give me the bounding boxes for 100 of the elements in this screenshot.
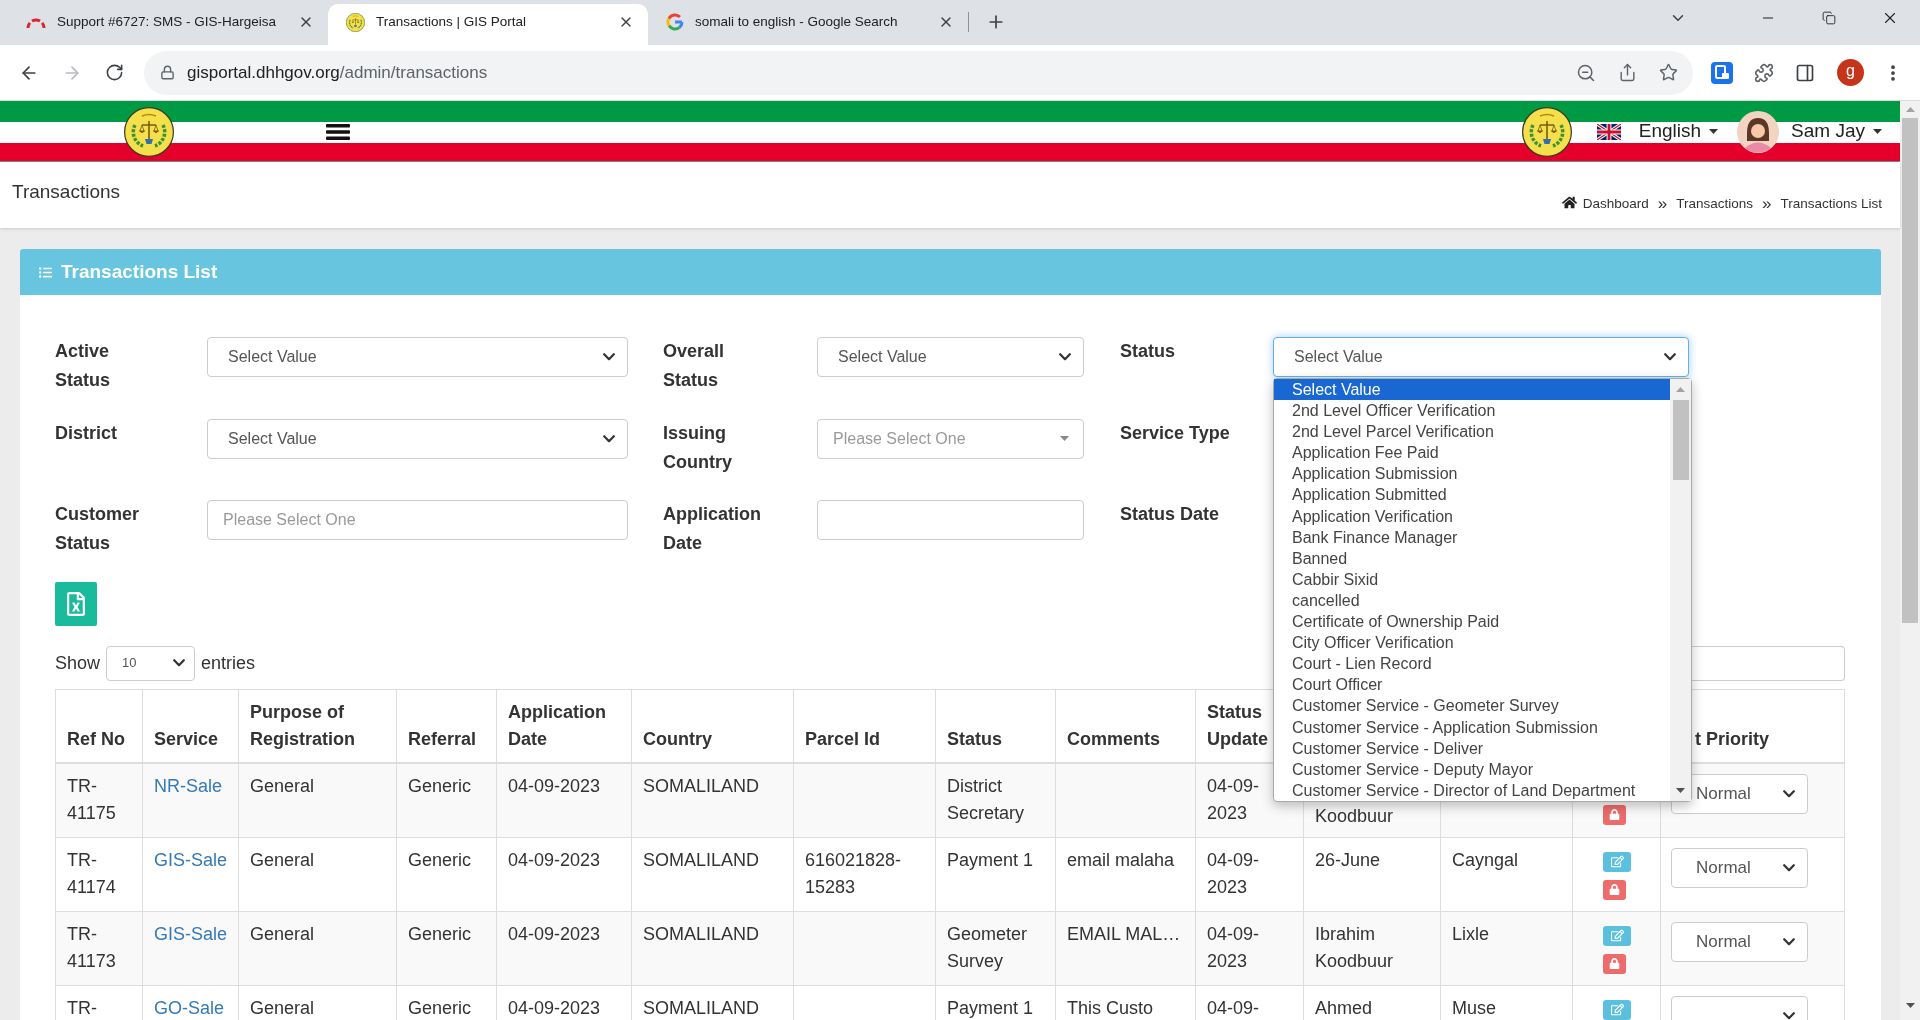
chevron-icon — [1664, 353, 1676, 361]
dropdown-option[interactable]: Customer Service - Geometer Survey — [1274, 695, 1670, 717]
priority-select[interactable]: Normal — [1671, 921, 1808, 962]
breadcrumb-link[interactable]: Dashboard — [1582, 194, 1649, 214]
scrollbar-thumb[interactable] — [1672, 400, 1689, 480]
lock-button[interactable] — [1603, 953, 1626, 974]
text-field[interactable]: Please Select One — [207, 500, 628, 540]
scroll-down-icon[interactable] — [1676, 788, 1685, 793]
lock-icon — [1609, 958, 1620, 969]
scrollbar-thumb[interactable] — [1902, 118, 1918, 623]
table-cell: 04-09-2023 — [1196, 837, 1304, 911]
table-cell: SOMALILAND — [632, 837, 794, 911]
field-label: Issuing Country — [663, 421, 732, 474]
restore-icon[interactable] — [1821, 11, 1836, 25]
text-field[interactable] — [817, 500, 1084, 540]
caret-icon — [1709, 129, 1719, 134]
home-icon — [1561, 195, 1577, 210]
flag-icon — [1596, 123, 1621, 140]
lock-button[interactable] — [1603, 879, 1626, 900]
table-cell: Muse — [1441, 985, 1573, 1020]
list-icon — [39, 265, 52, 279]
dropdown-option[interactable]: Application Submission — [1274, 463, 1670, 485]
dropdown-option[interactable]: 2nd Level Parcel Verification — [1274, 421, 1670, 443]
dropdown-option[interactable]: Customer Service - Application Submission — [1274, 716, 1670, 738]
search-field[interactable] — [1692, 645, 1845, 681]
table-cell: 04-09-2023 — [497, 985, 632, 1020]
dropdown-option[interactable]: Banned — [1274, 547, 1670, 569]
table-cell: 04-09-2023 — [497, 763, 632, 837]
table-cell: Generic — [397, 911, 497, 985]
browser-tab[interactable]: Support #6727: SMS - GIS-Hargeisa — [8, 4, 328, 45]
service-link[interactable]: GIS-Sale — [154, 849, 228, 870]
select-field[interactable]: Select Value — [1273, 337, 1689, 377]
dropdown-option[interactable]: Customer Service - Deputy Mayor — [1274, 758, 1670, 780]
page-size-select[interactable]: 10 — [106, 645, 196, 681]
show-label: Show — [55, 651, 101, 675]
dropdown-option[interactable]: Court - Lien Record — [1274, 653, 1670, 675]
language-menu[interactable]: English — [1638, 117, 1719, 146]
browser-tab[interactable]: somali to english - Google Search — [648, 4, 968, 45]
menu-button[interactable] — [326, 123, 350, 140]
page-scrollbar[interactable] — [1900, 101, 1920, 1020]
service-link[interactable]: GO-Sale — [154, 997, 225, 1018]
dropdown-option[interactable]: Customer Service - Director of Land Department — [1274, 779, 1670, 801]
table-cell: General — [239, 837, 397, 911]
table-cell: TR-41174 — [56, 837, 143, 911]
dropdown-option[interactable]: 2nd Level Officer Verification — [1274, 400, 1670, 422]
extensions-puzzle-icon[interactable] — [1754, 62, 1774, 83]
bookmark-star-icon[interactable] — [1659, 63, 1678, 82]
scrollbar-track[interactable] — [1670, 379, 1691, 801]
table-cell: SOMALILAND — [632, 985, 794, 1020]
service-link[interactable]: GIS-Sale — [154, 923, 228, 944]
column-header: Application Date — [497, 689, 632, 762]
dropdown-option[interactable]: Customer Service - Deliver — [1274, 737, 1670, 759]
dropdown-option[interactable]: Bank Finance Manager — [1274, 526, 1670, 548]
breadcrumb-current: Transactions List — [1780, 195, 1882, 213]
side-panel-icon[interactable] — [1795, 62, 1815, 83]
breadcrumb-link[interactable]: Transactions — [1676, 194, 1753, 214]
dropdown-option[interactable]: City Officer Verification — [1274, 632, 1670, 654]
user-menu[interactable]: Sam Jay — [1791, 117, 1882, 146]
breadcrumb-separator: » — [1657, 194, 1668, 214]
menu-icon — [326, 123, 350, 140]
caret-icon — [1060, 436, 1069, 441]
dropdown-option[interactable]: Application Fee Paid — [1274, 442, 1670, 464]
lock-icon[interactable] — [160, 65, 175, 80]
dropdown-option[interactable]: cancelled — [1274, 589, 1670, 612]
column-header: Ref No — [56, 689, 143, 762]
dropdown-option[interactable]: Cabbir Sixid — [1274, 568, 1670, 590]
address-field[interactable]: gisportal.dhhgov.org/admin/transactions — [144, 50, 1693, 95]
dropdown-option[interactable]: Application Submitted — [1274, 484, 1670, 506]
column-header: Comments — [1056, 689, 1196, 762]
lock-button[interactable] — [1603, 804, 1626, 825]
select-field[interactable]: Select Value — [817, 337, 1084, 377]
service-link[interactable]: NR-Sale — [154, 775, 223, 796]
breadcrumb-separator: » — [1762, 194, 1772, 214]
column-header: Status — [936, 689, 1056, 762]
select-field[interactable]: Select Value — [207, 418, 628, 459]
dropdown-option[interactable]: Court Officer — [1274, 674, 1670, 696]
browser-tab[interactable]: Transactions | GIS Portal — [328, 4, 648, 45]
reload-icon[interactable] — [105, 63, 124, 82]
select-field[interactable]: Select Value — [207, 337, 628, 377]
card-title: Transactions List — [61, 259, 218, 284]
table-cell: Payment 1 — [936, 837, 1056, 911]
dropdown-option[interactable]: Certificate of Ownership Paid — [1274, 611, 1670, 633]
field-label: Status — [1120, 340, 1175, 363]
share-icon[interactable] — [1618, 63, 1637, 82]
profile-avatar[interactable]: g — [1837, 59, 1864, 86]
page-title: Transactions — [12, 180, 121, 204]
table-cell: TR-41175 — [56, 763, 143, 837]
seal-icon — [124, 106, 174, 157]
scroll-down-icon[interactable] — [1905, 1003, 1915, 1008]
priority-select[interactable]: Normal — [1671, 847, 1808, 888]
table-cell: 616021828-15283 — [794, 837, 936, 911]
field-label: District — [55, 421, 117, 445]
dropdown-option[interactable]: Select Value — [1274, 379, 1670, 401]
table-cell: Cayngal — [1441, 837, 1573, 911]
chevron-icon — [603, 353, 615, 361]
avatar-icon[interactable] — [1737, 110, 1780, 153]
zoom-out-icon[interactable] — [1576, 62, 1596, 83]
dropdown-option[interactable]: Application Verification — [1274, 505, 1670, 527]
extension-icon[interactable] — [1711, 61, 1733, 84]
table-cell: General — [239, 911, 397, 985]
